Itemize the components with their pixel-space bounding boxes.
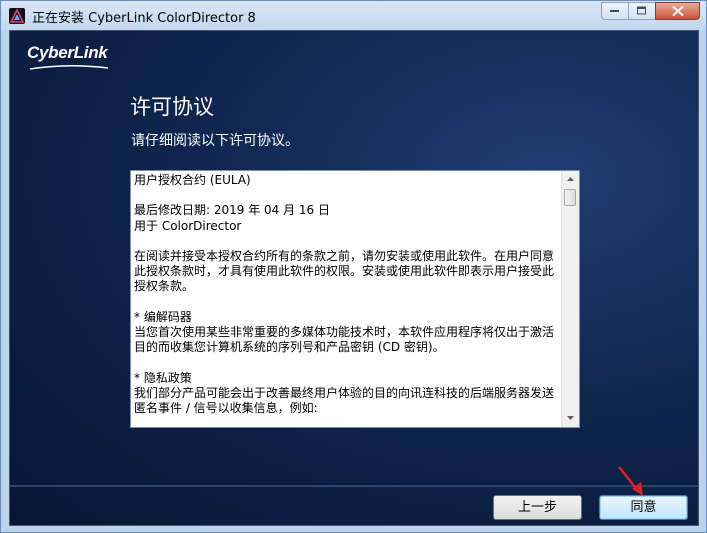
colordirector-icon [9,8,25,24]
license-paragraph: * 编解码器 当您首次使用某些非常重要的多媒体功能技术时，本软件应用程序将仅出于… [134,309,555,355]
maximize-button[interactable] [628,2,655,20]
close-icon [671,5,684,17]
minimize-icon [610,10,619,12]
license-scrollbar[interactable] [561,171,579,427]
page-subtitle: 请仔细阅读以下许可协议。 [131,133,299,149]
annotation-arrow [618,466,643,496]
scroll-down-button[interactable] [562,410,579,427]
title-bar[interactable]: 正在安装 CyberLink ColorDirector 8 [1,1,706,30]
installer-window: 正在安装 CyberLink ColorDirector 8 CyberLink… [0,0,707,533]
maximize-icon [637,6,646,15]
window-title: 正在安装 CyberLink ColorDirector 8 [32,11,256,26]
license-paragraph: 在阅读并接受本授权合约所有的条款之前，请勿安装或使用此软件。在用户同意此授权条款… [134,248,555,294]
installer-content: CyberLink 许可协议 请仔细阅读以下许可协议。 用户授权合约 (EULA… [9,30,699,526]
agree-button[interactable]: 同意 [599,495,688,520]
page-title: 许可协议 [130,95,214,119]
footer-divider [10,484,698,487]
license-paragraph: 最后修改日期: 2019 年 04 月 16 日 用于 ColorDirecto… [134,203,331,233]
caption-buttons [601,2,700,21]
logo-swoosh [29,64,109,70]
license-paragraph: * 隐私政策 我们部分产品可能会出于改善最终用户体验的目的向讯连科技的后端服务器… [134,370,555,415]
scroll-down-icon [567,416,574,420]
scroll-up-button[interactable] [562,171,579,188]
cyberlink-logo: CyberLink [27,43,108,62]
back-button[interactable]: 上一步 [493,495,582,520]
license-paragraph: 用户授权合约 (EULA) [134,173,251,187]
license-textbox[interactable]: 用户授权合约 (EULA) 最后修改日期: 2019 年 04 月 16 日 用… [130,170,580,428]
scroll-up-icon [567,177,574,181]
close-button[interactable] [655,2,700,20]
minimize-button[interactable] [601,2,628,20]
license-text: 用户授权合约 (EULA) 最后修改日期: 2019 年 04 月 16 日 用… [134,173,556,427]
scroll-thumb[interactable] [564,189,576,206]
